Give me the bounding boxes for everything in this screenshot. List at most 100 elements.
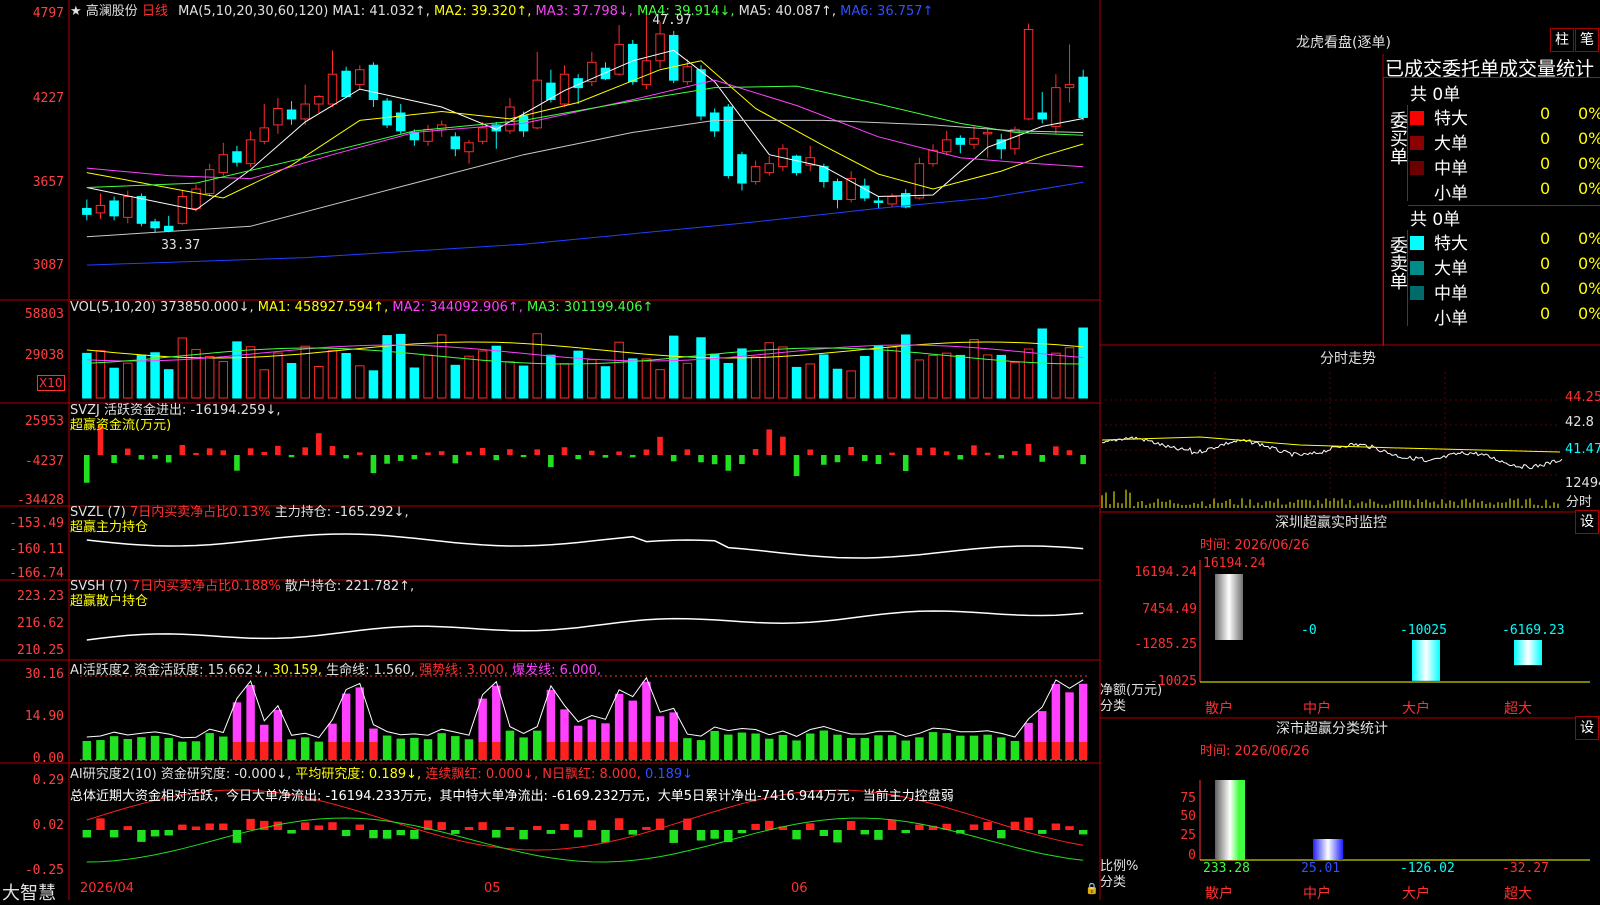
ai-active-bar: [696, 740, 706, 760]
svzj-bar: [821, 455, 827, 465]
color-swatch: [1410, 236, 1424, 250]
order-size-label: 小单: [1434, 184, 1468, 204]
volume-bar: [341, 353, 351, 399]
ai-research-bar: [355, 824, 365, 830]
candle-body: [300, 103, 310, 120]
ai-research-bar: [997, 830, 1006, 839]
ai-active-bar: [587, 719, 597, 742]
svzj-bar: [124, 448, 131, 455]
vol-legend-item: 373850.000↓,: [160, 300, 258, 315]
volume-bar: [204, 356, 215, 399]
ai-active-group: [80, 675, 1090, 761]
monitor-settings-button[interactable]: 设: [1575, 510, 1599, 534]
volume-bar: [860, 355, 870, 399]
ai-research-bar: [109, 830, 119, 838]
ai-research-bar: [669, 830, 678, 843]
intraday-unit: 分时: [1566, 495, 1593, 510]
svzj-bar: [84, 455, 90, 483]
ai-research-bar: [246, 818, 255, 830]
volume-bar: [969, 339, 979, 399]
ai-active-bar: [792, 740, 801, 760]
candle-body: [382, 100, 392, 126]
intraday-tick-label: 42.8: [1565, 415, 1594, 430]
ai-research-bar: [437, 822, 446, 830]
ai-research-bar: [164, 830, 173, 836]
axis-tick-label: -166.74: [9, 566, 64, 581]
candle-body: [641, 60, 652, 86]
classify-tick-label: 50: [1180, 809, 1196, 824]
candle-body: [245, 139, 256, 165]
ma-legend-values: MA(5,10,20,30,60,120) MA1: 41.032↑, MA2:…: [178, 4, 933, 19]
volume-bar: [887, 346, 897, 399]
ai-research-bar: [137, 830, 146, 842]
monitor-value-label: -10025: [1400, 623, 1447, 638]
brand-logo-text: 大智慧: [2, 883, 56, 904]
ai-research-bar: [805, 823, 815, 830]
pen-mode-button[interactable]: 笔: [1575, 28, 1599, 52]
svzj-bar: [657, 436, 663, 455]
candle-body: [368, 64, 379, 101]
volume-group: [82, 327, 1088, 399]
svzj-bar: [602, 455, 609, 458]
svzj-bar: [834, 455, 841, 463]
svzl-line: [86, 533, 1084, 559]
axis-tick-label: 4227: [32, 91, 64, 106]
order-size-label: 特大: [1434, 109, 1468, 129]
ai-active-bar: [369, 742, 378, 760]
ai-research-bar: [614, 818, 624, 830]
ai-active-bar: [1051, 683, 1061, 742]
ai-research-bar: [983, 822, 992, 830]
order-count: 0: [1540, 229, 1551, 248]
ai-research-bar: [123, 826, 133, 830]
candle-body: [450, 136, 461, 150]
volume-bar: [218, 361, 229, 399]
classify-category-label: 中户: [1303, 886, 1331, 902]
ai-active-bar: [341, 742, 351, 760]
monitor-title: 深圳超赢实时监控: [1275, 515, 1387, 531]
svzj-bar: [698, 455, 704, 463]
intraday-title: 分时走势: [1320, 351, 1376, 367]
volume-bar: [600, 366, 611, 399]
ai-research-bar: [819, 830, 829, 836]
ai-research-bar: [300, 822, 310, 830]
svzj-bar: [329, 446, 336, 455]
ai-active-bar: [273, 709, 283, 742]
svzj-bar: [793, 455, 800, 477]
sell-row-4: 小单 0 0%: [1410, 304, 1600, 329]
axis-tick-label: -4237: [24, 454, 64, 469]
candle-body: [150, 221, 160, 229]
lock-icon[interactable]: 🔒: [1085, 882, 1099, 895]
svzj-bar: [930, 447, 936, 455]
ai-active-bar: [669, 742, 678, 760]
ai-active-bar: [642, 742, 651, 760]
volume-bar: [355, 365, 365, 399]
sell-total: 共 0单: [1410, 210, 1461, 230]
volume-bar: [764, 342, 774, 399]
svzj-bar: [684, 449, 691, 455]
classify-bar-medium: [1313, 839, 1343, 860]
volume-bar: [559, 363, 570, 399]
sell-row-1: 特大 0 0%: [1410, 229, 1600, 254]
bar-mode-button[interactable]: 柱: [1550, 28, 1574, 52]
ai-active-bar: [642, 681, 651, 742]
candle-body: [941, 139, 952, 153]
ai-active-bar: [219, 736, 228, 760]
monitor-value-label: 16194.24: [1203, 556, 1266, 571]
ai-research-bar: [642, 826, 651, 830]
volume-bar: [368, 370, 379, 399]
ai-research-bar: [519, 830, 528, 840]
classify-tick-label: 0: [1188, 848, 1196, 863]
period-label[interactable]: 日线: [142, 4, 168, 19]
ai-research-bar: [969, 824, 979, 830]
buy-row-4: 小单 0 0%: [1410, 179, 1600, 204]
candle-body: [136, 195, 147, 224]
classify-settings-button[interactable]: 设: [1575, 716, 1599, 740]
ai-research-bar: [396, 830, 405, 836]
buy-row-3: 中单 0 0%: [1410, 154, 1600, 179]
ai-research-bar: [587, 820, 597, 830]
svzj-bar: [520, 455, 527, 458]
ai-active-bar: [232, 742, 242, 760]
order-count: 0: [1540, 179, 1551, 198]
star-icon[interactable]: ★: [70, 4, 82, 19]
axis-tick-label: 3087: [32, 258, 64, 273]
